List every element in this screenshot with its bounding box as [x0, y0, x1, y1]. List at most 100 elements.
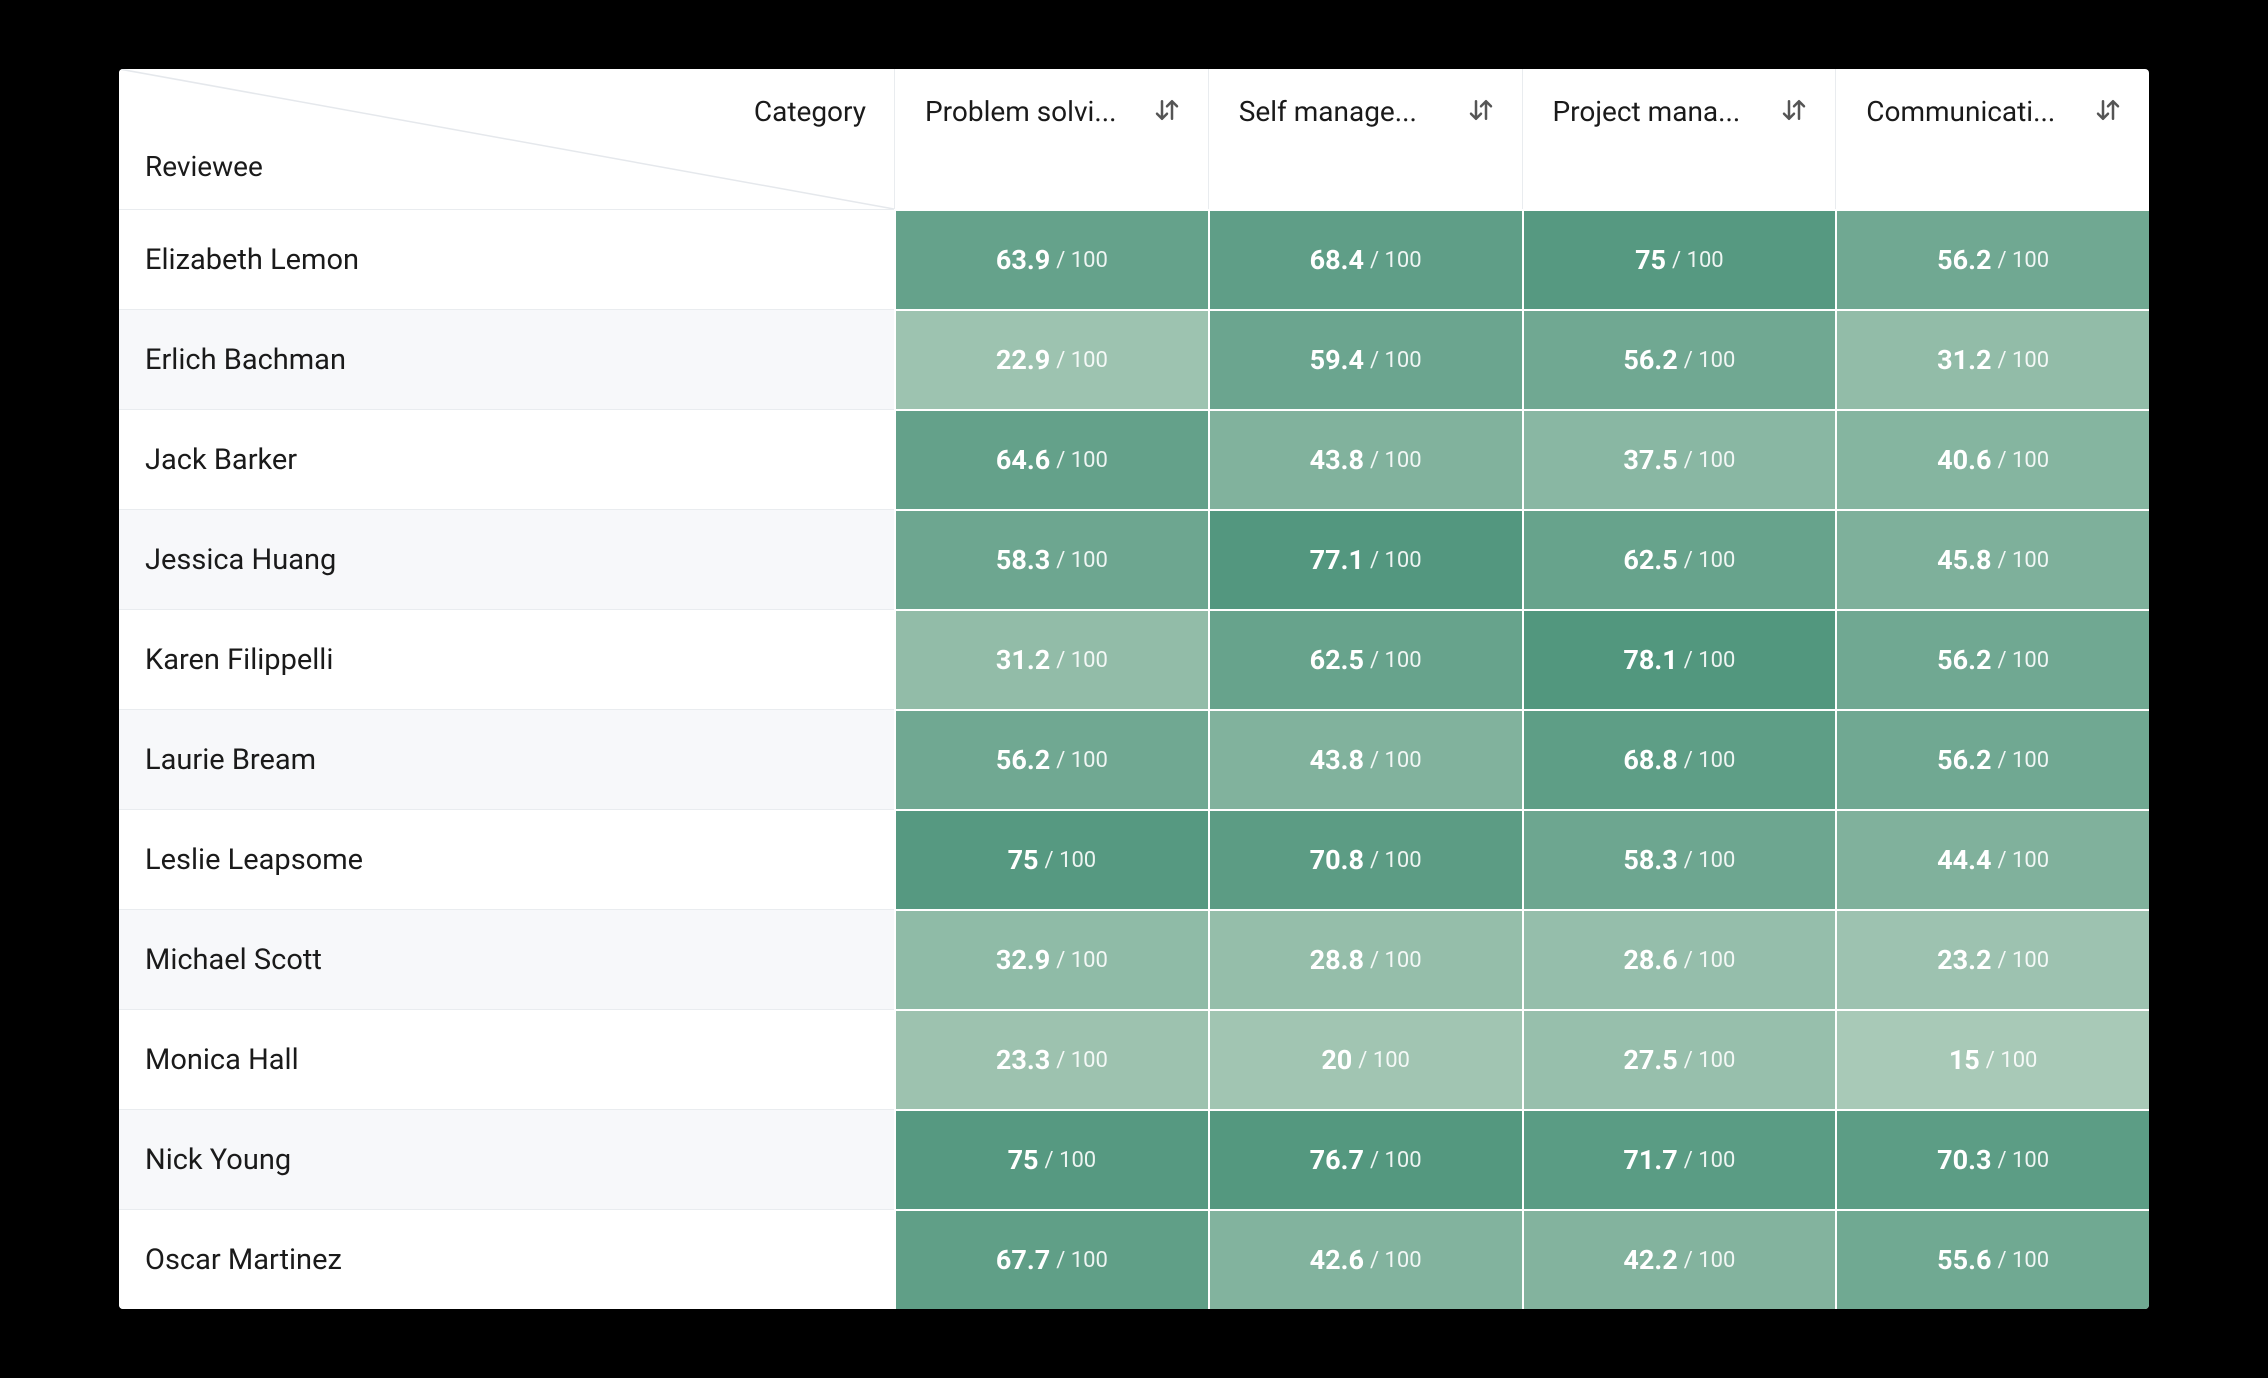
reviewee-name-cell[interactable]: Leslie Leapsome: [119, 809, 894, 909]
score-value: 15: [1949, 1044, 1980, 1076]
score-max: / 100: [1684, 448, 1736, 473]
reviewee-name-cell[interactable]: Michael Scott: [119, 909, 894, 1009]
score-cell[interactable]: 27.5 / 100: [1522, 1009, 1836, 1109]
score-max: / 100: [1997, 1148, 2049, 1173]
column-header-communication[interactable]: Communicati...: [1835, 69, 2149, 209]
category-axis-label: Category: [754, 95, 866, 128]
reviewee-name-cell[interactable]: Jack Barker: [119, 409, 894, 509]
column-header-project-management[interactable]: Project mana...: [1522, 69, 1836, 209]
score-cell[interactable]: 23.2 / 100: [1835, 909, 2149, 1009]
reviewee-name-cell[interactable]: Nick Young: [119, 1109, 894, 1209]
score-cell[interactable]: 28.8 / 100: [1208, 909, 1522, 1009]
score-max: / 100: [1056, 948, 1108, 973]
score-value: 68.8: [1623, 744, 1677, 776]
score-cell[interactable]: 70.8 / 100: [1208, 809, 1522, 909]
score-cell[interactable]: 56.2 / 100: [1835, 609, 2149, 709]
score-cell[interactable]: 75 / 100: [1522, 209, 1836, 309]
score-cell[interactable]: 75 / 100: [894, 1109, 1208, 1209]
column-header-self-management[interactable]: Self manage...: [1208, 69, 1522, 209]
reviewee-name-cell[interactable]: Karen Filippelli: [119, 609, 894, 709]
sort-icon: [2093, 95, 2123, 125]
score-value: 70.3: [1937, 1144, 1991, 1176]
score-max: / 100: [1997, 548, 2049, 573]
sort-icon: [1466, 95, 1496, 125]
score-max: / 100: [1370, 1148, 1422, 1173]
score-max: / 100: [1684, 348, 1736, 373]
score-max: / 100: [1986, 1048, 2038, 1073]
score-cell[interactable]: 31.2 / 100: [894, 609, 1208, 709]
score-value: 77.1: [1310, 544, 1364, 576]
score-value: 55.6: [1937, 1244, 1991, 1276]
score-cell[interactable]: 71.7 / 100: [1522, 1109, 1836, 1209]
score-value: 31.2: [1937, 344, 1991, 376]
score-max: / 100: [1684, 848, 1736, 873]
column-header-problem-solving[interactable]: Problem solvi...: [894, 69, 1208, 209]
score-cell[interactable]: 56.2 / 100: [1835, 209, 2149, 309]
score-cell[interactable]: 32.9 / 100: [894, 909, 1208, 1009]
score-max: / 100: [1684, 1048, 1736, 1073]
score-cell[interactable]: 68.4 / 100: [1208, 209, 1522, 309]
score-max: / 100: [1056, 548, 1108, 573]
reviewee-name-cell[interactable]: Jessica Huang: [119, 509, 894, 609]
score-cell[interactable]: 28.6 / 100: [1522, 909, 1836, 1009]
score-cell[interactable]: 58.3 / 100: [1522, 809, 1836, 909]
score-cell[interactable]: 70.3 / 100: [1835, 1109, 2149, 1209]
score-cell[interactable]: 31.2 / 100: [1835, 309, 2149, 409]
score-max: / 100: [1045, 1148, 1097, 1173]
score-cell[interactable]: 42.2 / 100: [1522, 1209, 1836, 1309]
score-cell[interactable]: 67.7 / 100: [894, 1209, 1208, 1309]
score-value: 67.7: [996, 1244, 1050, 1276]
reviewee-name-cell[interactable]: Elizabeth Lemon: [119, 209, 894, 309]
column-title: Project mana...: [1553, 95, 1741, 128]
score-cell[interactable]: 42.6 / 100: [1208, 1209, 1522, 1309]
score-cell[interactable]: 75 / 100: [894, 809, 1208, 909]
score-max: / 100: [1056, 1248, 1108, 1273]
score-cell[interactable]: 77.1 / 100: [1208, 509, 1522, 609]
score-cell[interactable]: 63.9 / 100: [894, 209, 1208, 309]
score-cell[interactable]: 76.7 / 100: [1208, 1109, 1522, 1209]
score-cell[interactable]: 58.3 / 100: [894, 509, 1208, 609]
reviewee-name-cell[interactable]: Oscar Martinez: [119, 1209, 894, 1309]
score-max: / 100: [1370, 248, 1422, 273]
score-max: / 100: [1684, 948, 1736, 973]
score-cell[interactable]: 62.5 / 100: [1208, 609, 1522, 709]
reviewee-name-cell[interactable]: Erlich Bachman: [119, 309, 894, 409]
score-cell[interactable]: 59.4 / 100: [1208, 309, 1522, 409]
score-cell[interactable]: 20 / 100: [1208, 1009, 1522, 1109]
score-cell[interactable]: 56.2 / 100: [1835, 709, 2149, 809]
score-cell[interactable]: 56.2 / 100: [1522, 309, 1836, 409]
score-max: / 100: [1684, 648, 1736, 673]
score-value: 28.8: [1310, 944, 1364, 976]
score-cell[interactable]: 64.6 / 100: [894, 409, 1208, 509]
diagonal-divider: [119, 69, 894, 209]
score-max: / 100: [1370, 848, 1422, 873]
score-cell[interactable]: 68.8 / 100: [1522, 709, 1836, 809]
score-cell[interactable]: 22.9 / 100: [894, 309, 1208, 409]
score-cell[interactable]: 37.5 / 100: [1522, 409, 1836, 509]
column-title: Self manage...: [1239, 95, 1417, 128]
score-cell[interactable]: 62.5 / 100: [1522, 509, 1836, 609]
score-cell[interactable]: 45.8 / 100: [1835, 509, 2149, 609]
score-max: / 100: [1370, 448, 1422, 473]
score-cell[interactable]: 23.3 / 100: [894, 1009, 1208, 1109]
reviewee-name-cell[interactable]: Laurie Bream: [119, 709, 894, 809]
reviewee-name-cell[interactable]: Monica Hall: [119, 1009, 894, 1109]
score-max: / 100: [1370, 548, 1422, 573]
score-value: 70.8: [1310, 844, 1364, 876]
score-value: 56.2: [996, 744, 1050, 776]
score-max: / 100: [1056, 348, 1108, 373]
score-max: / 100: [1684, 748, 1736, 773]
score-max: / 100: [1997, 248, 2049, 273]
score-cell[interactable]: 44.4 / 100: [1835, 809, 2149, 909]
score-cell[interactable]: 78.1 / 100: [1522, 609, 1836, 709]
score-max: / 100: [1370, 648, 1422, 673]
score-cell[interactable]: 56.2 / 100: [894, 709, 1208, 809]
score-cell[interactable]: 43.8 / 100: [1208, 709, 1522, 809]
score-value: 56.2: [1937, 244, 1991, 276]
score-cell[interactable]: 55.6 / 100: [1835, 1209, 2149, 1309]
score-cell[interactable]: 40.6 / 100: [1835, 409, 2149, 509]
score-cell[interactable]: 15 / 100: [1835, 1009, 2149, 1109]
score-max: / 100: [1370, 748, 1422, 773]
score-cell[interactable]: 43.8 / 100: [1208, 409, 1522, 509]
score-max: / 100: [1997, 948, 2049, 973]
